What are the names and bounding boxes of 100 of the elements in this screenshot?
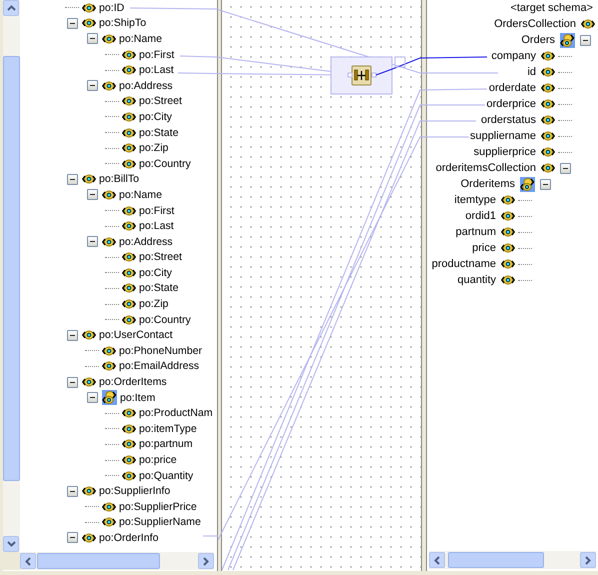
tree-item[interactable]: po:Country <box>139 314 191 326</box>
scroll-thumb[interactable] <box>448 552 544 568</box>
tree-item[interactable]: po:Street <box>139 95 182 108</box>
tree-item[interactable]: po:UserContact <box>99 329 173 342</box>
scroll-thumb[interactable] <box>3 56 20 481</box>
element-icon <box>82 532 96 543</box>
collapse-button[interactable] <box>66 532 78 544</box>
scroll-right-button[interactable] <box>580 552 596 568</box>
tree-item[interactable]: po:ProductNam <box>139 407 213 420</box>
tree-item[interactable]: po:First <box>139 48 174 61</box>
tree-item[interactable]: orderdate <box>488 82 536 94</box>
collapse-button[interactable] <box>86 189 98 200</box>
tree-item[interactable]: po:Zip <box>139 142 168 154</box>
tree-item[interactable]: quantity <box>457 274 496 286</box>
tree-item[interactable]: po:ID <box>99 2 124 14</box>
element-icon <box>102 236 116 247</box>
tree-item[interactable]: company <box>491 50 536 62</box>
collapse-button[interactable] <box>86 236 98 248</box>
tree-item[interactable]: po:SupplierPrice <box>119 500 197 513</box>
scroll-right-button[interactable] <box>198 553 214 569</box>
collapse-button[interactable] <box>66 18 78 29</box>
element-icon <box>102 190 116 200</box>
tree-item[interactable]: po:ShipTo <box>99 17 146 30</box>
tree-item[interactable]: po:PhoneNumber <box>119 344 202 357</box>
tree-item[interactable]: po:First <box>139 204 174 217</box>
scroll-up-button[interactable] <box>3 0 19 16</box>
element-icon <box>122 439 136 450</box>
element-icon <box>102 502 116 512</box>
tree-item[interactable]: ordid1 <box>465 210 496 222</box>
scroll-left-button[interactable] <box>429 552 445 568</box>
collapse-button[interactable] <box>560 162 570 174</box>
tree-item[interactable]: po:Quantity <box>139 470 194 482</box>
collapse-button[interactable] <box>66 486 78 497</box>
tree-item[interactable]: price <box>472 242 496 254</box>
collapse-button[interactable] <box>66 376 78 388</box>
tree-item[interactable]: po:State <box>139 126 178 139</box>
tree-item[interactable]: id <box>527 66 536 78</box>
collapse-button[interactable] <box>580 34 590 46</box>
tree-item[interactable]: supplierprice <box>474 146 536 158</box>
element-icon <box>122 50 136 60</box>
element-icon <box>122 268 136 278</box>
element-icon <box>82 18 96 28</box>
scroll-thumb[interactable] <box>37 553 160 569</box>
collapse-button[interactable] <box>66 174 78 185</box>
tree-item[interactable]: po:itemType <box>139 422 197 435</box>
tree-item[interactable]: orderstatus <box>480 114 536 126</box>
tree-item[interactable]: po:OrderInfo <box>99 532 158 544</box>
tree-item[interactable]: po:OrderItems <box>99 376 167 388</box>
tree-item[interactable]: po:Name <box>119 32 162 45</box>
scrollbar-corner <box>3 552 20 570</box>
element-icon <box>501 211 515 221</box>
element-icon <box>501 243 515 253</box>
tree-item[interactable]: orderprice <box>486 98 536 110</box>
tree-item[interactable]: itemtype <box>454 194 496 206</box>
tree-item[interactable]: orderitemsCollection <box>436 162 536 174</box>
collapse-button[interactable] <box>86 80 98 92</box>
element-icon <box>122 424 136 434</box>
tree-item[interactable]: po:Last <box>139 220 174 232</box>
port-icon <box>372 72 376 78</box>
tree-item[interactable]: Orders <box>521 34 555 46</box>
collapse-button[interactable] <box>540 178 550 190</box>
element-icon <box>581 19 595 29</box>
tree-item[interactable]: po:City <box>139 266 172 279</box>
tree-item[interactable]: po:Address <box>119 80 173 92</box>
tree-item[interactable]: po:State <box>139 282 178 294</box>
element-icon <box>122 128 136 138</box>
element-icon <box>102 361 116 372</box>
element-icon <box>122 143 136 154</box>
collapse-button[interactable] <box>86 33 98 44</box>
tree-item[interactable]: po:EmailAddress <box>119 360 200 372</box>
element-icon <box>501 227 515 237</box>
collapse-button[interactable] <box>86 392 98 404</box>
element-icon <box>122 158 136 169</box>
scroll-down-button[interactable] <box>3 536 19 552</box>
tree-item[interactable]: po:Item <box>120 392 156 404</box>
tree-item[interactable]: po:price <box>139 454 177 466</box>
tree-item[interactable]: po:Zip <box>139 298 168 310</box>
tree-item[interactable]: po:Country <box>139 158 191 170</box>
collapse-button[interactable] <box>66 330 78 341</box>
tree-item[interactable]: po:SupplierInfo <box>99 485 170 498</box>
element-icon <box>82 377 96 388</box>
tree-item[interactable]: po:Address <box>119 236 173 248</box>
tree-item[interactable]: partnum <box>456 226 496 238</box>
tree-item[interactable]: suppliername <box>470 130 536 142</box>
element-icon <box>122 96 136 106</box>
scroll-left-button[interactable] <box>20 553 36 569</box>
tree-item[interactable]: po:Street <box>139 251 182 264</box>
tree-item[interactable]: Orderitems <box>460 178 515 190</box>
tree-item[interactable]: po:SupplierName <box>119 516 201 528</box>
tree-item[interactable]: po:Name <box>119 188 162 201</box>
repeating-element-icon <box>520 176 535 192</box>
tree-item[interactable]: productname <box>432 258 496 270</box>
element-icon <box>541 147 555 157</box>
element-icon <box>501 275 515 285</box>
element-icon <box>541 83 555 93</box>
tree-item[interactable]: po:BillTo <box>99 173 140 186</box>
tree-item[interactable]: po:Last <box>139 64 174 76</box>
tree-item[interactable]: po:City <box>139 110 172 123</box>
tree-item[interactable]: OrdersCollection <box>494 18 576 30</box>
tree-item[interactable]: po:partnum <box>139 438 193 450</box>
